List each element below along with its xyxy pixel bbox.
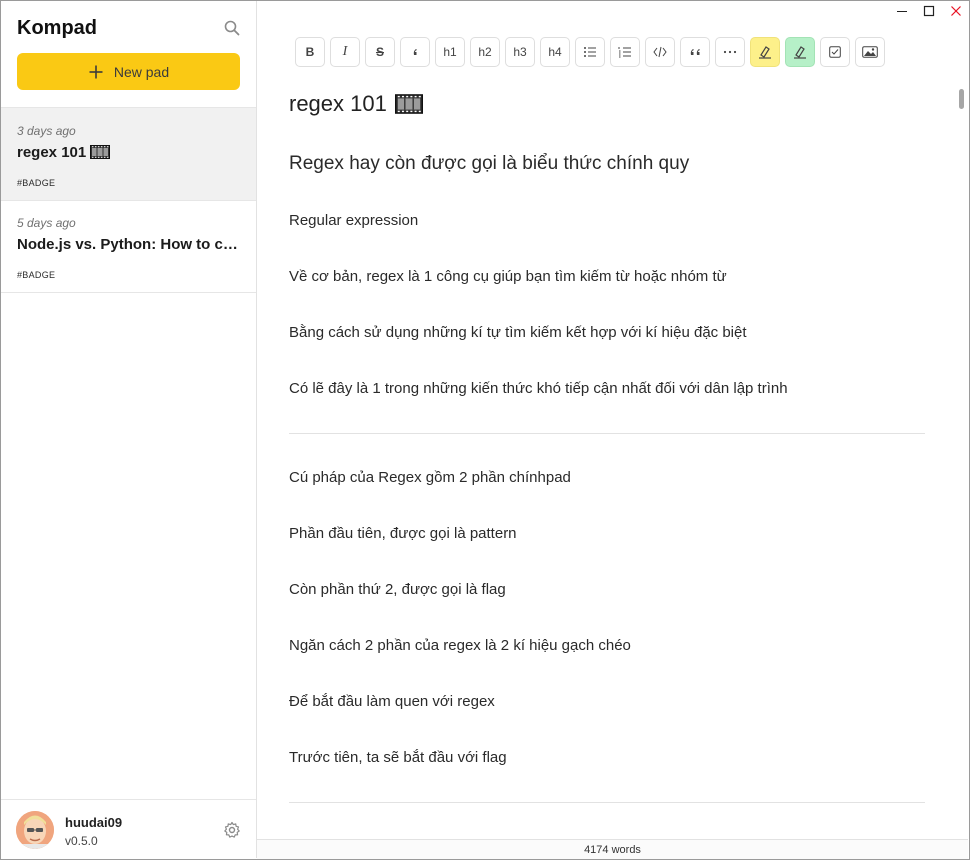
ordered-list-button[interactable] [610,37,640,67]
app-version: v0.5.0 [65,834,98,848]
bold-button[interactable]: B [295,37,325,67]
horizontal-rule [289,802,925,803]
h3-button[interactable]: h3 [505,37,535,67]
blockquote-icon [690,49,700,55]
pad-badge: #BADGE [17,178,56,188]
more-button[interactable] [715,37,745,67]
blockquote-button[interactable] [680,37,710,67]
highlighter-icon [794,46,806,59]
word-count: 4174 words [584,843,641,856]
bullet-list-button[interactable] [575,37,605,67]
search-icon[interactable] [223,19,241,37]
quote-mark-icon [413,49,417,55]
status-bar: 4174 words [257,839,968,859]
pad-list-item[interactable]: 5 days ago Node.js vs. Python: How to ch… [1,200,256,293]
doc-paragraph: Cú pháp của Regex gồm 2 phần chínhpad [289,469,571,486]
doc-heading: Regex hay còn được gọi là biểu thức chín… [289,153,690,174]
doc-paragraph: Ngăn cách 2 phần của regex là 2 kí hiệu … [289,637,631,654]
doc-paragraph: Trước tiên, ta sẽ bắt đầu với flag [289,749,507,766]
code-icon [653,46,667,58]
pad-date: 3 days ago [17,124,76,138]
image-icon [862,46,878,58]
checkbox-button[interactable] [820,37,850,67]
h1-label: h1 [443,45,457,59]
scrollbar-thumb[interactable] [959,89,964,109]
document-title[interactable]: regex 101 [289,91,423,117]
h4-button[interactable]: h4 [540,37,570,67]
more-icon [723,50,737,54]
new-pad-button[interactable]: New pad [17,53,240,90]
code-button[interactable] [645,37,675,67]
strike-label: S [375,45,384,59]
doc-paragraph: Có lẽ đây là 1 trong những kiến thức khó… [289,380,788,397]
ordered-list-icon [618,47,631,58]
doc-paragraph: Còn phần thứ 2, được gọi là flag [289,581,506,598]
highlight-green-button[interactable] [785,37,815,67]
h1-button[interactable]: h1 [435,37,465,67]
new-pad-label: New pad [113,63,170,80]
strikethrough-button[interactable]: S [365,37,395,67]
film-frames-icon [90,145,111,159]
app-title: Kompad [17,17,97,39]
pad-badge: #BADGE [17,270,56,280]
h4-label: h4 [548,45,562,59]
doc-paragraph: Phần đầu tiên, được gọi là pattern [289,525,517,542]
checkbox-icon [829,46,841,58]
italic-button[interactable]: I [330,37,360,67]
highlighter-icon [759,46,771,59]
h3-label: h3 [513,45,527,59]
pad-date: 5 days ago [17,216,76,230]
inline-quote-button[interactable] [400,37,430,67]
film-frames-icon [394,94,423,114]
pad-title: Node.js vs. Python: How to choose [17,236,242,253]
editor: B I S h1 h2 h3 h4 regex 101 Regex hay cò… [257,1,968,839]
italic-label: I [342,44,348,59]
doc-paragraph: Để bắt đầu làm quen với regex [289,693,495,710]
gear-icon[interactable] [223,821,241,839]
avatar[interactable] [16,811,54,849]
doc-paragraph: Regular expression [289,212,419,229]
image-button[interactable] [855,37,885,67]
user-profile: huudai09 v0.5.0 [1,799,256,859]
user-name: huudai09 [65,815,123,830]
pad-list-item[interactable]: 3 days ago regex 101 #BADGE [1,108,256,201]
sidebar: Kompad New pad 3 days ago regex 101 #BAD… [1,1,257,858]
doc-paragraph: Về cơ bản, regex là 1 công cụ giúp bạn t… [289,268,727,285]
plus-icon [89,65,103,78]
h2-button[interactable]: h2 [470,37,500,67]
format-toolbar: B I S h1 h2 h3 h4 [295,37,885,67]
doc-paragraph: Bằng cách sử dụng những kí tự tìm kiếm k… [289,324,747,341]
bold-label: B [305,45,315,59]
pad-title: regex 101 [17,144,242,161]
h2-label: h2 [478,45,492,59]
horizontal-rule [289,433,925,434]
bullet-list-icon [584,47,596,57]
highlight-yellow-button[interactable] [750,37,780,67]
